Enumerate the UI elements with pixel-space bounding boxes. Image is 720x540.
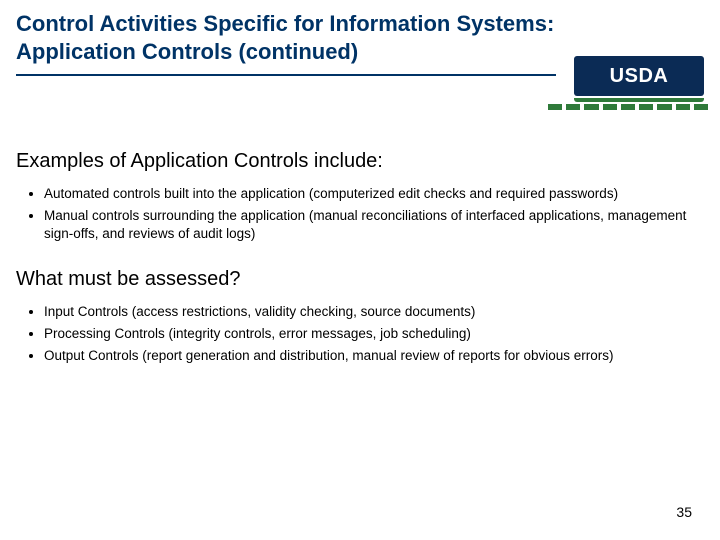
slide-title: Control Activities Specific for Informat… — [16, 10, 556, 65]
list-item: Manual controls surrounding the applicat… — [44, 207, 704, 243]
section-heading-1: Examples of Application Controls include… — [16, 150, 704, 173]
logo-bar — [574, 98, 704, 102]
list-item: Output Controls (report generation and d… — [44, 347, 704, 365]
logo-text: USDA — [610, 65, 669, 88]
usda-logo: USDA — [574, 56, 704, 108]
list-item: Input Controls (access restrictions, val… — [44, 303, 704, 321]
page-number: 35 — [676, 504, 692, 520]
list-item: Processing Controls (integrity controls,… — [44, 325, 704, 343]
bullet-list-1: Automated controls built into the applic… — [44, 185, 704, 244]
title-line-1: Control Activities Specific for Informat… — [16, 11, 554, 36]
bullet-list-2: Input Controls (access restrictions, val… — [44, 303, 704, 366]
body: Examples of Application Controls include… — [16, 150, 704, 389]
list-item: Automated controls built into the applic… — [44, 185, 704, 203]
logo-box: USDA — [574, 56, 704, 96]
section-heading-2: What must be assessed? — [16, 268, 704, 291]
title-underline — [16, 74, 556, 76]
accent-dashes — [548, 104, 708, 110]
title-line-2: Application Controls (continued) — [16, 39, 358, 64]
slide: Control Activities Specific for Informat… — [0, 0, 720, 540]
